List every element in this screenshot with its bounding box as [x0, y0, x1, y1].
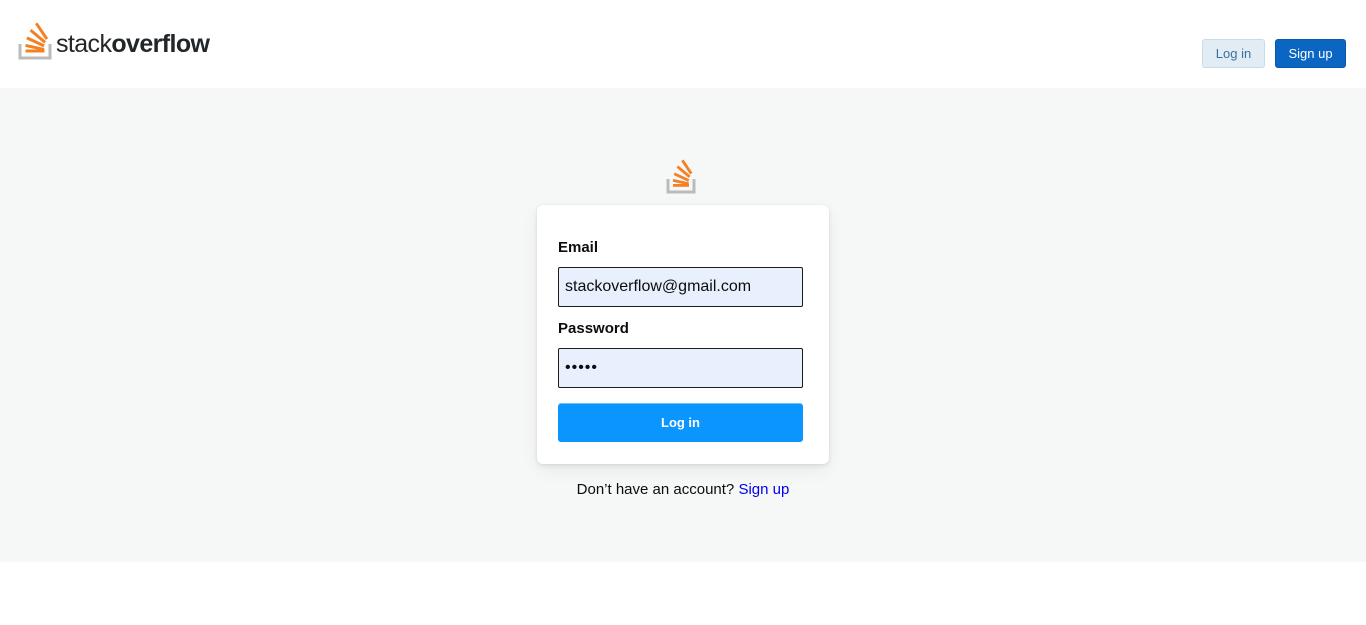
- password-field[interactable]: [558, 348, 803, 388]
- signup-prompt-text: Don’t have an account?: [576, 481, 735, 498]
- stackoverflow-home-link[interactable]: stackoverflow: [18, 18, 210, 60]
- brand-wordmark-light: stack: [56, 30, 112, 58]
- signup-link[interactable]: Sign up: [738, 481, 789, 498]
- brand-wordmark-bold: overflow: [111, 30, 210, 58]
- header-signup-button[interactable]: Sign up: [1275, 39, 1346, 68]
- login-page-content: Email Password Log in Don’t have an acco…: [0, 88, 1366, 562]
- signup-prompt: Don’t have an account? Sign up: [537, 481, 829, 498]
- brand-wordmark: stackoverflow: [56, 30, 210, 58]
- header-login-button[interactable]: Log in: [1202, 39, 1265, 68]
- email-field[interactable]: [558, 267, 803, 307]
- login-submit-button[interactable]: Log in: [558, 403, 803, 442]
- login-form-card: Email Password Log in: [537, 205, 829, 464]
- top-bar: stackoverflow Log in Sign up: [0, 0, 1366, 88]
- password-label: Password: [558, 320, 629, 337]
- stackoverflow-logo-icon: [18, 22, 52, 60]
- email-label: Email: [558, 239, 599, 256]
- stackoverflow-logo-icon: [666, 159, 696, 194]
